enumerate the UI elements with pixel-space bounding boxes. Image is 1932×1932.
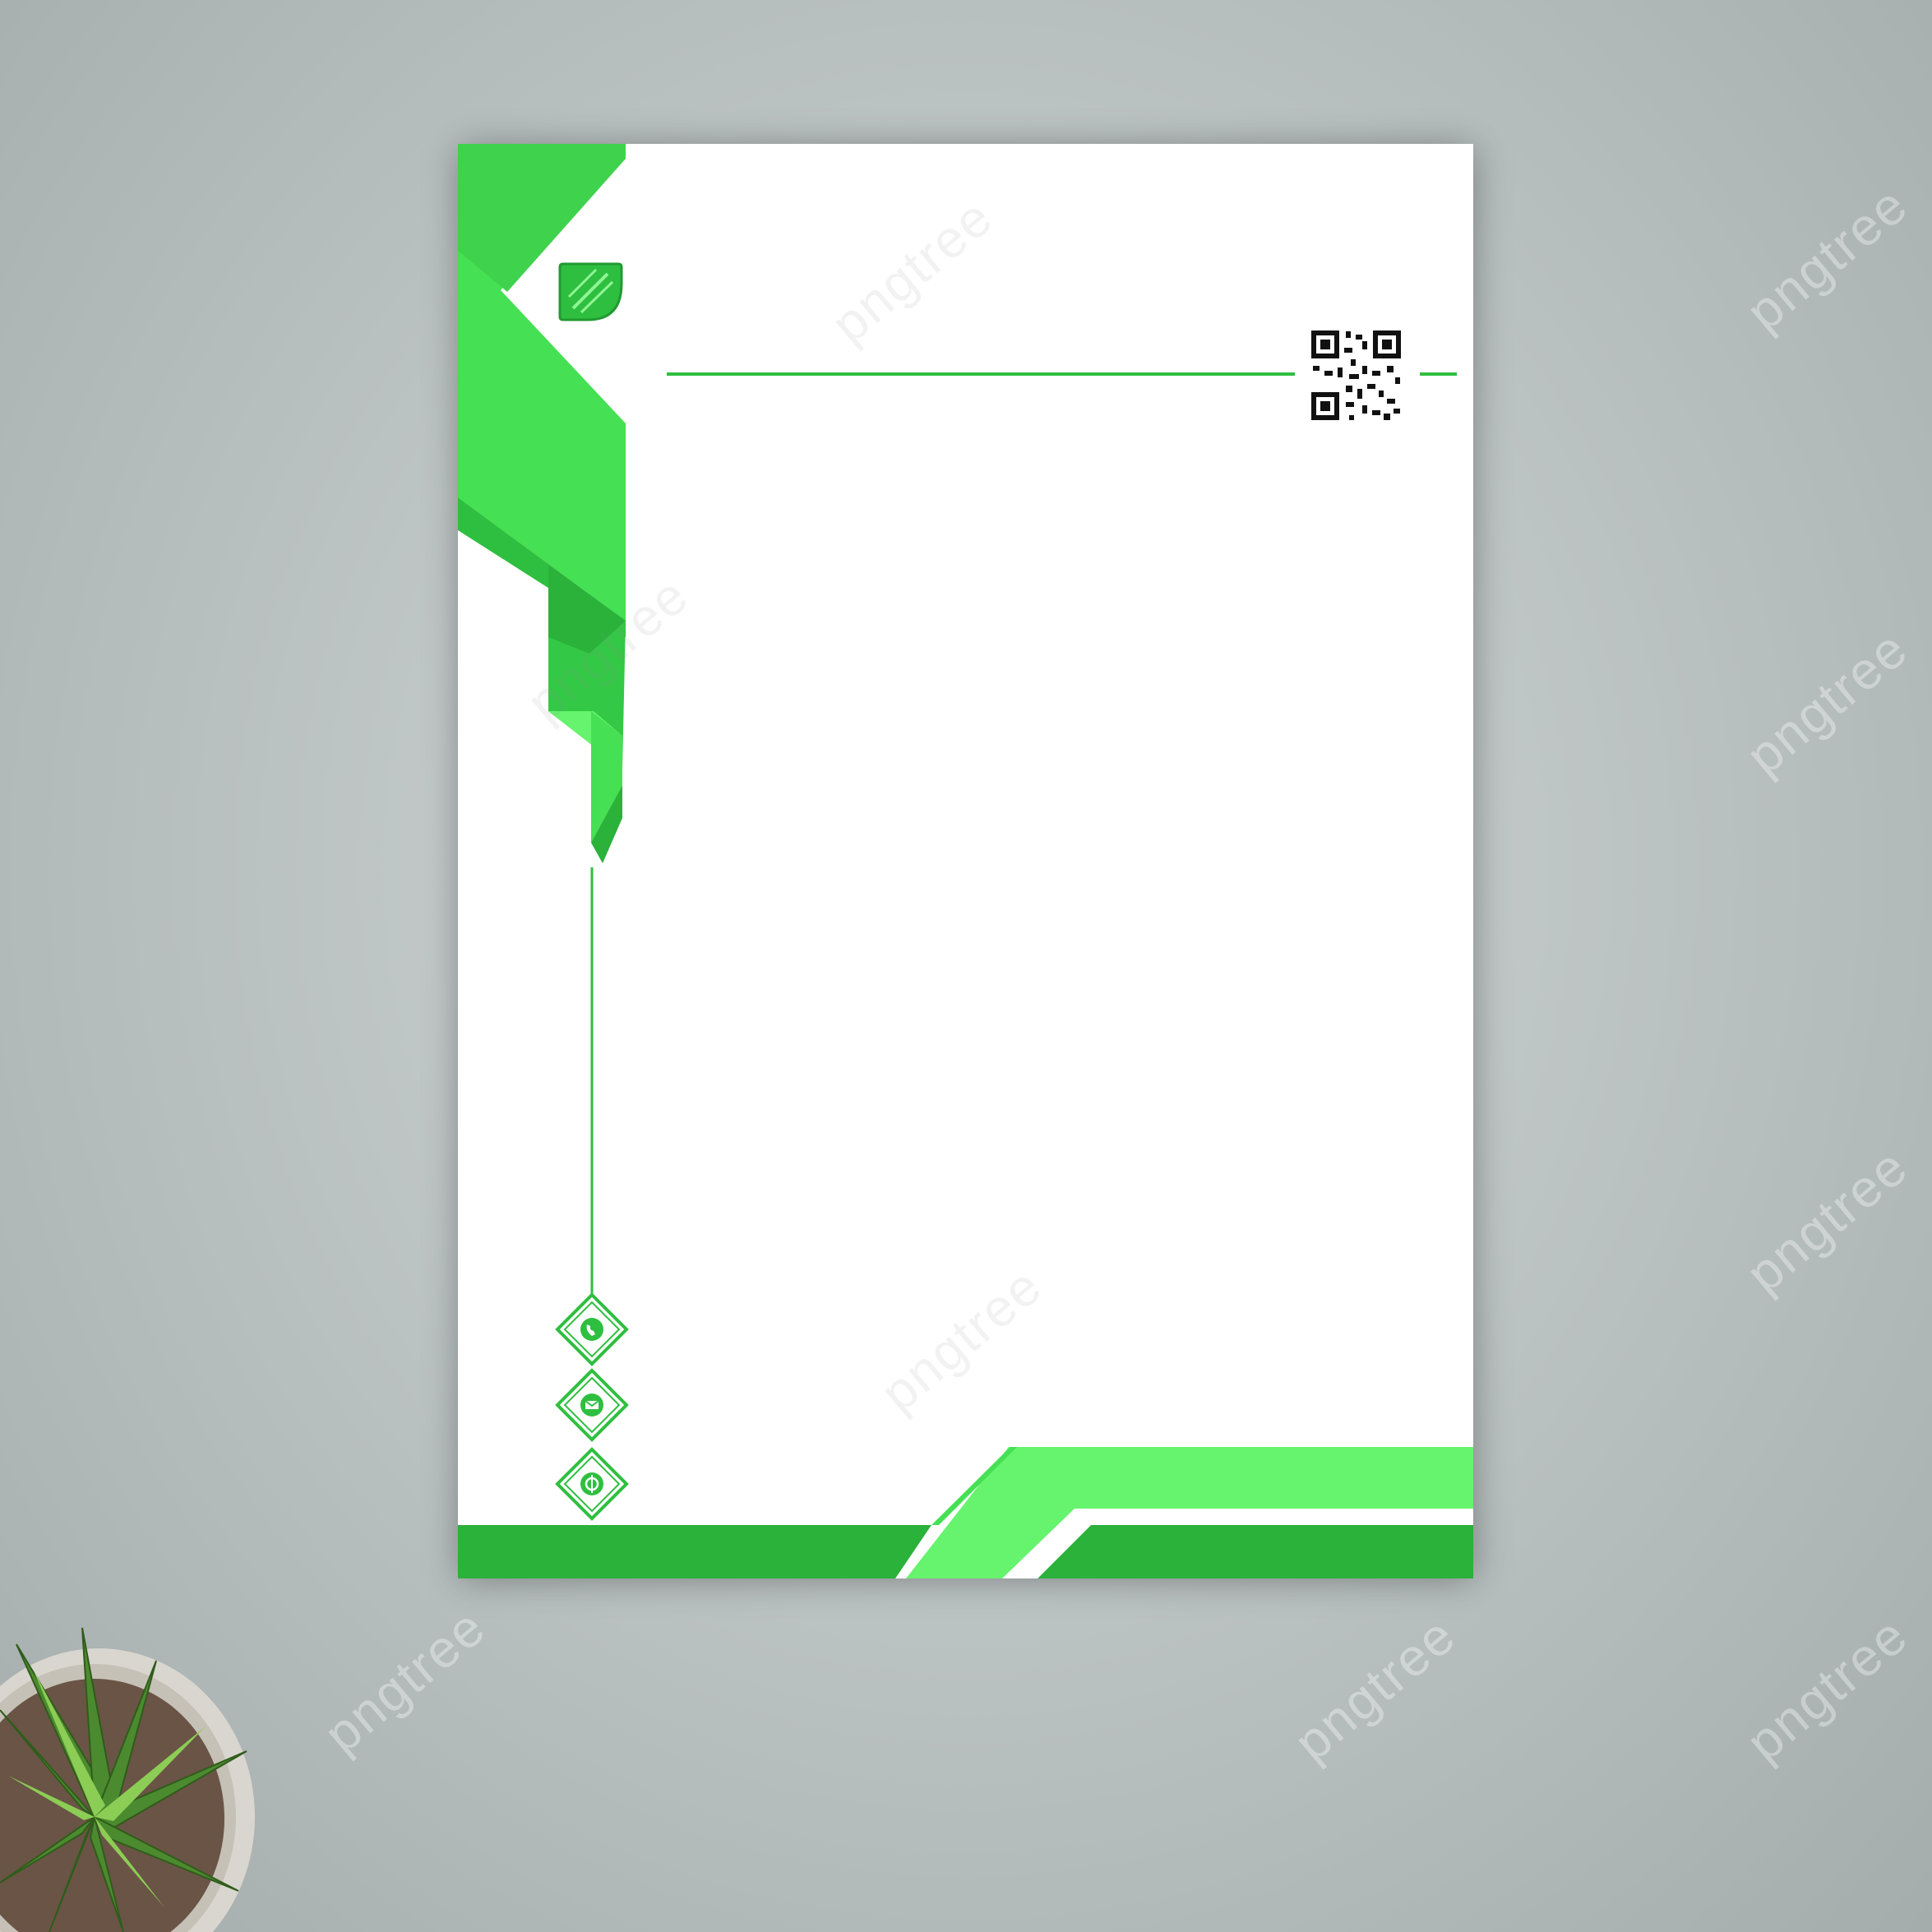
qr-code-icon: [1311, 330, 1401, 420]
bottom-band-right: [1038, 1525, 1473, 1578]
bottom-band-left: [458, 1525, 931, 1578]
watermark: pngtree: [1735, 174, 1919, 342]
watermark: pngtree: [1735, 1136, 1919, 1304]
letterhead-paper: pngtree pngtree pngtree: [458, 144, 1473, 1578]
watermark: pngtree: [1283, 1605, 1467, 1773]
watermark: pngtree: [1735, 1605, 1919, 1773]
scene: pngtree pngtree pngtree pngtree pngtree …: [0, 0, 1932, 1932]
leaf-logo-icon: [558, 262, 623, 321]
watermark: pngtree: [1735, 618, 1919, 786]
web-icon: [555, 1447, 629, 1521]
email-icon: [555, 1368, 629, 1442]
watermark: pngtree: [312, 1597, 497, 1764]
potted-plant: [0, 1627, 255, 1932]
letterhead-artwork: [458, 144, 1473, 1578]
phone-icon: [555, 1292, 629, 1366]
